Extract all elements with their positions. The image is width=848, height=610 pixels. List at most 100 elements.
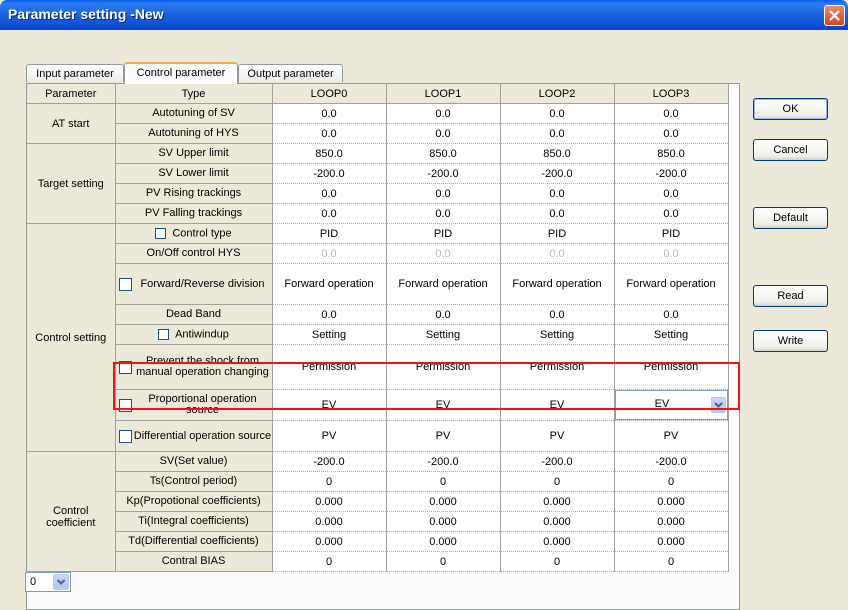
table-cell[interactable]: PID [614, 223, 729, 244]
table-cell[interactable]: 0.000 [272, 511, 387, 532]
table-cell[interactable]: Setting [500, 324, 615, 345]
table-cell[interactable]: 0 [272, 551, 387, 572]
table-cell[interactable]: 0.0 [614, 123, 729, 144]
table-cell[interactable]: 0.0 [272, 123, 387, 144]
table-cell[interactable]: 0.0 [500, 203, 615, 224]
table-cell[interactable]: -200.0 [614, 163, 729, 184]
table-cell[interactable]: 0.0 [272, 183, 387, 204]
table-cell[interactable]: 0.0 [500, 123, 615, 144]
table-cell[interactable]: 0.0 [386, 304, 501, 325]
table-cell[interactable]: 0.0 [500, 183, 615, 204]
table-cell[interactable]: 0.000 [272, 531, 387, 552]
row-label: PV Rising trackings [115, 183, 273, 204]
proportional-source-dropdown[interactable]: EV [614, 390, 727, 420]
write-button[interactable]: Write [753, 330, 828, 352]
table-cell[interactable]: 0.0 [386, 123, 501, 144]
default-button[interactable]: Default [753, 207, 828, 229]
close-button[interactable] [824, 5, 845, 26]
table-cell[interactable]: 0.0 [272, 203, 387, 224]
table-cell[interactable]: 0.000 [614, 491, 729, 512]
cancel-button[interactable]: Cancel [753, 139, 828, 161]
table-cell[interactable]: 0 [614, 471, 729, 492]
dropdown-cell[interactable]: EV [614, 389, 729, 421]
table-cell[interactable]: 0.0 [272, 103, 387, 124]
table-cell[interactable]: Forward operation [500, 263, 615, 305]
table-cell[interactable]: 0 [386, 551, 501, 572]
checkbox-proportional-source[interactable] [118, 399, 132, 412]
table-cell[interactable]: EV [272, 389, 387, 421]
table-cell[interactable]: -200.0 [614, 451, 729, 472]
table-cell[interactable]: 0 [614, 551, 729, 572]
table-cell[interactable]: 850.0 [386, 143, 501, 164]
table-cell[interactable]: Setting [272, 324, 387, 345]
table-cell[interactable]: 0.000 [500, 531, 615, 552]
table-cell[interactable]: 0.0 [386, 183, 501, 204]
checkbox-forward-reverse[interactable] [118, 278, 132, 291]
table-cell[interactable]: 850.0 [272, 143, 387, 164]
table-cell[interactable]: 0.000 [386, 531, 501, 552]
checkbox-control-type[interactable] [155, 227, 167, 239]
table-cell[interactable]: 0.0 [500, 103, 615, 124]
table-cell[interactable]: 0 [500, 471, 615, 492]
table-cell[interactable]: -200.0 [386, 163, 501, 184]
table-cell[interactable]: 0.0 [500, 304, 615, 325]
table-cell[interactable]: 0.000 [386, 511, 501, 532]
table-cell[interactable]: 0.000 [500, 491, 615, 512]
checkbox-differential-source[interactable] [118, 430, 132, 443]
tab-output-parameter[interactable]: Output parameter [238, 64, 343, 82]
table-cell[interactable]: PID [386, 223, 501, 244]
table-cell[interactable]: 0.000 [614, 511, 729, 532]
dropdown-button[interactable] [710, 397, 726, 413]
table-cell[interactable]: Forward operation [614, 263, 729, 305]
table-cell[interactable]: 0.0 [386, 103, 501, 124]
table-cell[interactable]: PID [272, 223, 387, 244]
group-label: Control coefficient [46, 504, 96, 529]
table-cell[interactable]: 0.000 [386, 491, 501, 512]
row-label-text: Antiwindup [175, 328, 229, 341]
table-cell[interactable]: 0 [272, 471, 387, 492]
checkbox-prevent-shock[interactable] [118, 361, 132, 374]
table-cell[interactable]: 0.000 [272, 491, 387, 512]
table-cell[interactable]: 0.0 [614, 304, 729, 325]
table-cell[interactable]: 0 [386, 471, 501, 492]
table-row: Contral BIAS 0 0 0 0 [27, 551, 729, 572]
table-cell[interactable]: -200.0 [386, 451, 501, 472]
table-cell[interactable]: Forward operation [386, 263, 501, 305]
table-cell[interactable]: 0.0 [614, 203, 729, 224]
table-cell[interactable]: -200.0 [272, 163, 387, 184]
checkbox-antiwindup[interactable] [158, 328, 170, 340]
table-cell[interactable]: EV [386, 389, 501, 421]
table-cell[interactable]: 0.0 [614, 183, 729, 204]
ok-button[interactable]: OK [753, 98, 828, 120]
table-cell[interactable]: -200.0 [500, 163, 615, 184]
coefficient-select[interactable]: 0 [25, 572, 71, 592]
table-cell[interactable]: 0.0 [386, 203, 501, 224]
table-cell[interactable]: 0.000 [500, 511, 615, 532]
coefficient-select-button[interactable] [53, 574, 69, 590]
table-cell[interactable]: PV [272, 420, 387, 452]
table-cell[interactable]: PV [614, 420, 729, 452]
table-cell[interactable]: 0.0 [614, 103, 729, 124]
table-cell[interactable]: Forward operation [272, 263, 387, 305]
table-cell[interactable]: Setting [386, 324, 501, 345]
table-cell[interactable]: PV [386, 420, 501, 452]
table-cell[interactable]: Permission [272, 344, 387, 390]
table-cell[interactable]: 0 [500, 551, 615, 572]
row-label-text: Differential operation source [133, 429, 272, 442]
table-cell[interactable]: EV [500, 389, 615, 421]
table-cell[interactable]: Permission [614, 344, 729, 390]
table-cell[interactable]: Setting [614, 324, 729, 345]
table-cell[interactable]: Permission [386, 344, 501, 390]
table-cell[interactable]: 0.000 [614, 531, 729, 552]
table-cell[interactable]: PID [500, 223, 615, 244]
table-cell[interactable]: -200.0 [500, 451, 615, 472]
read-button[interactable]: Read [753, 285, 828, 307]
table-cell[interactable]: Permission [500, 344, 615, 390]
table-cell[interactable]: -200.0 [272, 451, 387, 472]
tab-control-parameter[interactable]: Control parameter [124, 62, 238, 84]
tab-input-parameter[interactable]: Input parameter [26, 64, 124, 82]
table-cell[interactable]: 0.0 [272, 304, 387, 325]
table-cell[interactable]: 850.0 [500, 143, 615, 164]
table-cell[interactable]: PV [500, 420, 615, 452]
table-cell[interactable]: 850.0 [614, 143, 729, 164]
